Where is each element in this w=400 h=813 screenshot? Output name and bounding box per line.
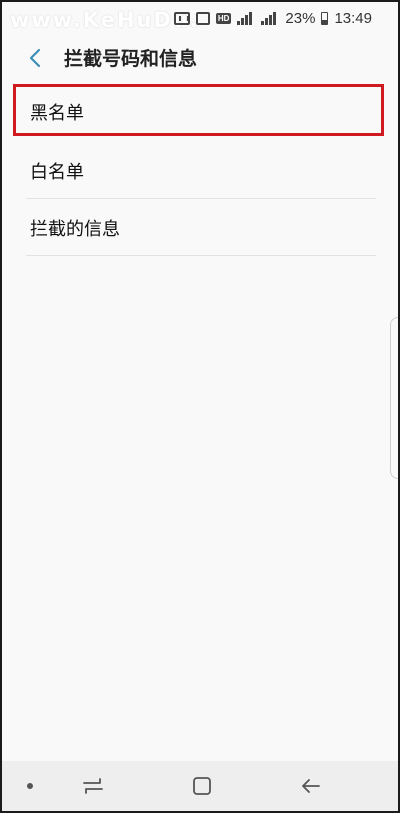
- navigation-bar: [2, 761, 398, 811]
- dot-icon[interactable]: [27, 783, 33, 789]
- divider: [26, 255, 376, 256]
- menu-item-label: 白名单: [30, 161, 84, 183]
- menu-item-blocked-messages[interactable]: 拦截的信息: [2, 199, 398, 256]
- menu-item-blacklist[interactable]: 黑名单: [2, 82, 398, 142]
- nfc-icon: [173, 12, 190, 25]
- chevron-left-icon: [29, 48, 41, 68]
- app-header: 拦截号码和信息: [2, 36, 398, 82]
- recent-apps-button[interactable]: [80, 775, 106, 797]
- recent-apps-icon: [83, 778, 103, 794]
- signal-icon: [237, 12, 255, 25]
- status-time: 13:49: [334, 10, 372, 27]
- battery-icon: [321, 12, 329, 25]
- scroll-indicator[interactable]: [390, 317, 398, 479]
- back-arrow-icon: [302, 779, 320, 793]
- hd-badge: HD: [215, 13, 232, 24]
- menu-list: 黑名单 白名单 拦截的信息: [2, 82, 398, 256]
- watermark: www.KeHuDu.: [10, 8, 200, 32]
- phone-screen: www.KeHuDu. HD 23% 13:49 拦截号码和信息 黑名单 白名单…: [0, 0, 400, 813]
- home-icon: [193, 777, 211, 795]
- battery-percent: 23%: [285, 10, 316, 27]
- menu-item-label: 黑名单: [30, 103, 84, 124]
- status-bar: www.KeHuDu. HD 23% 13:49: [2, 2, 398, 36]
- home-button[interactable]: [191, 775, 213, 797]
- screen-mirror-icon: [195, 12, 210, 25]
- status-icons: HD 23% 13:49: [173, 10, 372, 27]
- nav-back-button[interactable]: [299, 775, 323, 797]
- back-button[interactable]: [24, 46, 48, 70]
- page-title: 拦截号码和信息: [64, 48, 198, 70]
- menu-item-whitelist[interactable]: 白名单: [2, 142, 398, 199]
- signal-icon-2: [261, 12, 279, 25]
- menu-item-label: 拦截的信息: [30, 218, 120, 240]
